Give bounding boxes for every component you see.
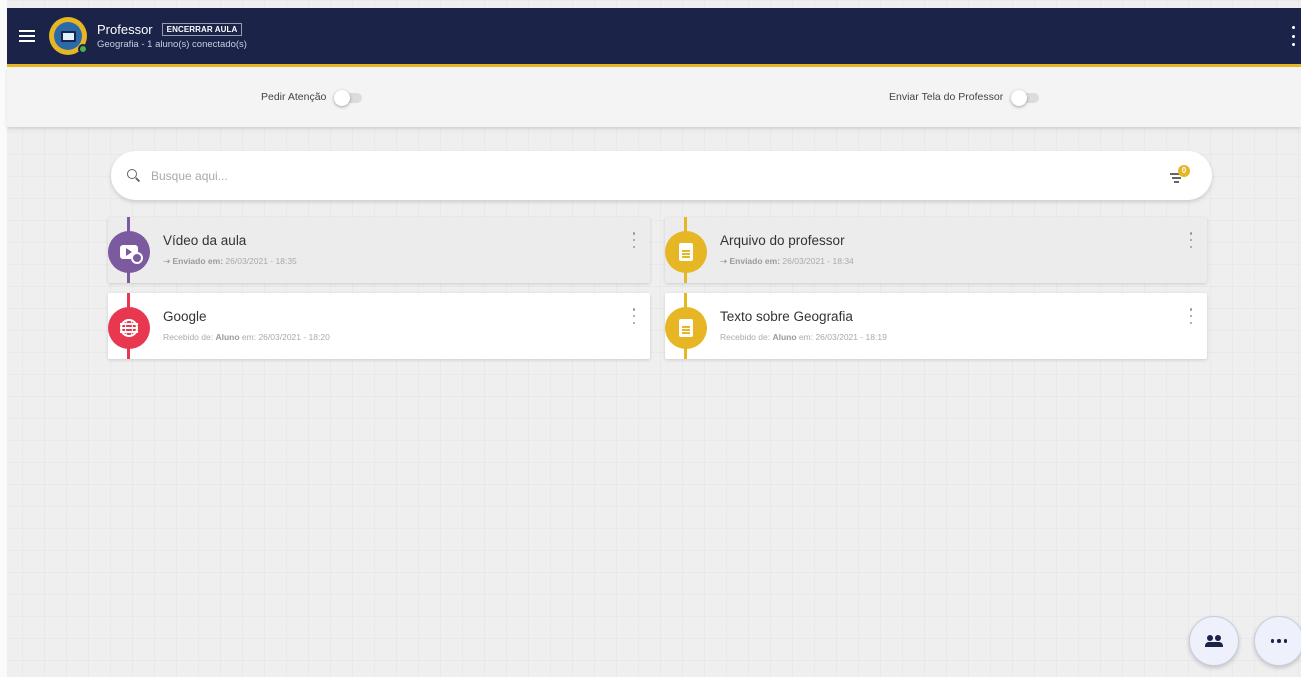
hamburger-icon xyxy=(19,30,35,42)
item-meta: ➝ Enviado em: 26/03/2021 - 18:35 xyxy=(163,256,297,266)
item-meta: Recebido de: Aluno em: 26/03/2021 - 18:1… xyxy=(720,332,887,342)
item-card[interactable]: Vídeo da aula ➝ Enviado em: 26/03/2021 -… xyxy=(108,217,650,283)
menu-button[interactable] xyxy=(7,7,47,66)
item-title: Arquivo do professor xyxy=(720,233,845,248)
people-icon xyxy=(1205,635,1223,647)
item-meta: Recebido de: Aluno em: 26/03/2021 - 18:2… xyxy=(163,332,330,342)
user-role-title: Professor xyxy=(97,22,153,37)
share-screen-toggle-group: Enviar Tela do Professor xyxy=(889,90,1040,106)
class-avatar xyxy=(49,17,88,55)
share-screen-toggle[interactable] xyxy=(1011,90,1040,106)
item-title: Texto sobre Geografia xyxy=(720,309,853,324)
class-subtitle: Geografia - 1 aluno(s) conectado(s) xyxy=(97,39,247,50)
attention-label: Pedir Atenção xyxy=(261,91,327,103)
item-title: Vídeo da aula xyxy=(163,233,247,248)
more-options-button[interactable] xyxy=(1254,616,1301,666)
item-meta: ➝ Enviado em: 26/03/2021 - 18:34 xyxy=(720,256,854,266)
toolbar: Pedir Atenção Enviar Tela do Professor xyxy=(7,67,1301,127)
share-screen-label: Enviar Tela do Professor xyxy=(889,91,1004,103)
video-icon xyxy=(120,245,143,264)
filter-button[interactable]: 0 xyxy=(1170,165,1190,183)
document-icon xyxy=(679,243,693,261)
search-icon xyxy=(127,168,141,183)
window-left-edge xyxy=(0,0,7,677)
header-more-menu[interactable] xyxy=(1291,26,1295,46)
search-bar: 0 xyxy=(111,151,1212,200)
item-menu-button[interactable] xyxy=(1189,308,1193,324)
item-card[interactable]: Texto sobre Geografia Recebido de: Aluno… xyxy=(665,293,1207,359)
end-class-button[interactable]: ENCERRAR AULA xyxy=(161,23,243,36)
globe-icon xyxy=(120,319,138,337)
item-card[interactable]: Google Recebido de: Aluno em: 26/03/2021… xyxy=(108,293,650,359)
app-root: Professor ENCERRAR AULA Geografia - 1 al… xyxy=(7,8,1301,677)
document-icon xyxy=(679,319,693,337)
attention-toggle-group: Pedir Atenção xyxy=(261,90,363,106)
header-info: Professor ENCERRAR AULA Geografia - 1 al… xyxy=(97,22,247,50)
filter-count-badge: 0 xyxy=(1178,165,1190,177)
item-menu-button[interactable] xyxy=(1189,232,1193,248)
app-header: Professor ENCERRAR AULA Geografia - 1 al… xyxy=(7,8,1301,67)
more-horizontal-icon xyxy=(1270,639,1288,643)
search-input[interactable] xyxy=(151,168,1051,183)
attention-toggle[interactable] xyxy=(334,90,363,106)
students-button[interactable] xyxy=(1189,616,1239,666)
online-status-dot xyxy=(78,44,88,54)
item-menu-button[interactable] xyxy=(632,308,636,324)
item-card[interactable]: Arquivo do professor ➝ Enviado em: 26/03… xyxy=(665,217,1207,283)
item-title: Google xyxy=(163,309,207,324)
item-menu-button[interactable] xyxy=(632,232,636,248)
